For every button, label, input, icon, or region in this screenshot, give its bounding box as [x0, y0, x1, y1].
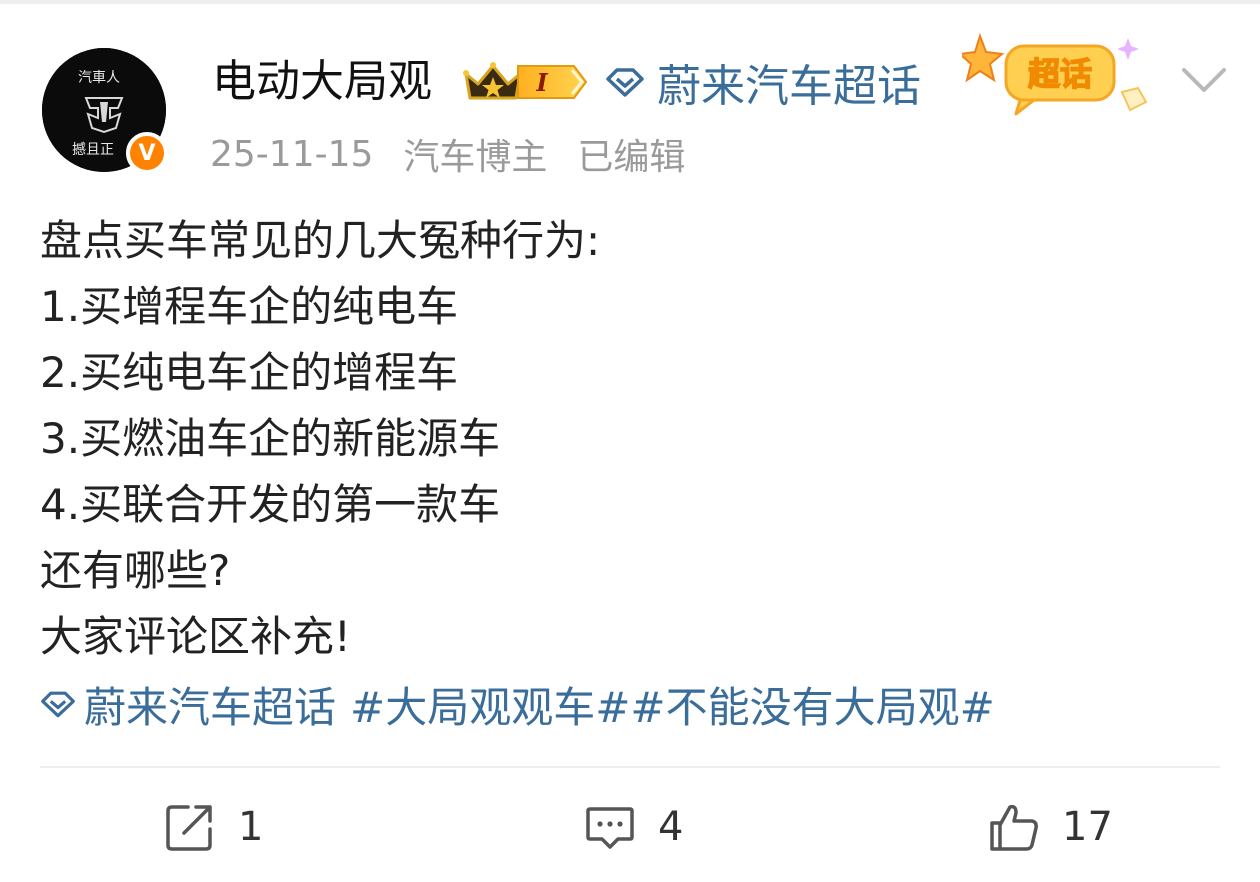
- weibo-post-card: 汽車人 撼且正 V 电动大局观 I 蔚来汽车超话 超话 25-11-15 汽车博…: [0, 0, 1260, 882]
- topic-label: 蔚来汽车超话: [657, 61, 921, 112]
- repost-button[interactable]: 1: [164, 796, 263, 858]
- post-line: 1.买增程车企的纯电车: [40, 282, 459, 331]
- post-line: 4.买联合开发的第一款车: [40, 480, 501, 529]
- top-divider: [0, 0, 1260, 4]
- post-line: 3.买燃油车企的新能源车: [40, 414, 501, 463]
- post-text: 盘点买车常见的几大冤种行为: 1.买增程车企的纯电车 2.买纯电车企的增程车 3…: [40, 208, 1220, 670]
- topic-link[interactable]: 蔚来汽车超话: [605, 50, 921, 114]
- super-topic-diamond-icon: [606, 68, 644, 97]
- avatar-text-bottom: 撼且正: [72, 142, 114, 158]
- repost-count: 1: [238, 804, 264, 850]
- repost-icon: [166, 805, 212, 851]
- comment-count: 4: [658, 804, 684, 850]
- super-topic-diamond-icon: [41, 691, 75, 718]
- post-line: 大家评论区补充!: [40, 612, 351, 661]
- comment-button[interactable]: 4: [584, 796, 683, 858]
- hashtag-link[interactable]: #不能没有大局观#: [630, 674, 994, 735]
- avatar-text-top: 汽車人: [78, 69, 120, 86]
- post-line: 还有哪些?: [40, 546, 231, 595]
- chaohua-sticker-text: 超话: [1028, 55, 1092, 93]
- thumbs-up-icon: [990, 804, 1038, 851]
- verified-badge: V: [126, 132, 168, 174]
- post-tags: 蔚来汽车超话 #大局观观车# #不能没有大局观#: [40, 674, 995, 734]
- chevron-down-icon[interactable]: [1180, 62, 1228, 98]
- comment-icon: [586, 807, 634, 849]
- author-role: 汽车博主: [403, 137, 548, 178]
- username[interactable]: 电动大局观: [212, 50, 432, 114]
- divider: [40, 766, 1220, 768]
- post-line: 2.买纯电车企的增程车: [40, 348, 459, 397]
- like-button[interactable]: 17: [988, 796, 1113, 858]
- chaohua-sticker-icon[interactable]: 超话: [962, 30, 1154, 126]
- verified-mark: V: [138, 140, 156, 166]
- post-line: 盘点买车常见的几大冤种行为:: [40, 216, 601, 265]
- level-text: I: [535, 68, 548, 97]
- topic-tag-link[interactable]: 蔚来汽车超话: [84, 674, 336, 735]
- like-count: 17: [1062, 804, 1113, 850]
- edited-label[interactable]: 已编辑: [577, 128, 685, 180]
- hashtag-link[interactable]: #大局观观车#: [350, 674, 630, 735]
- post-meta: 25-11-15 汽车博主 已编辑: [210, 128, 685, 180]
- post-date: 25-11-15: [210, 133, 374, 175]
- level-badge-icon: I: [517, 65, 588, 99]
